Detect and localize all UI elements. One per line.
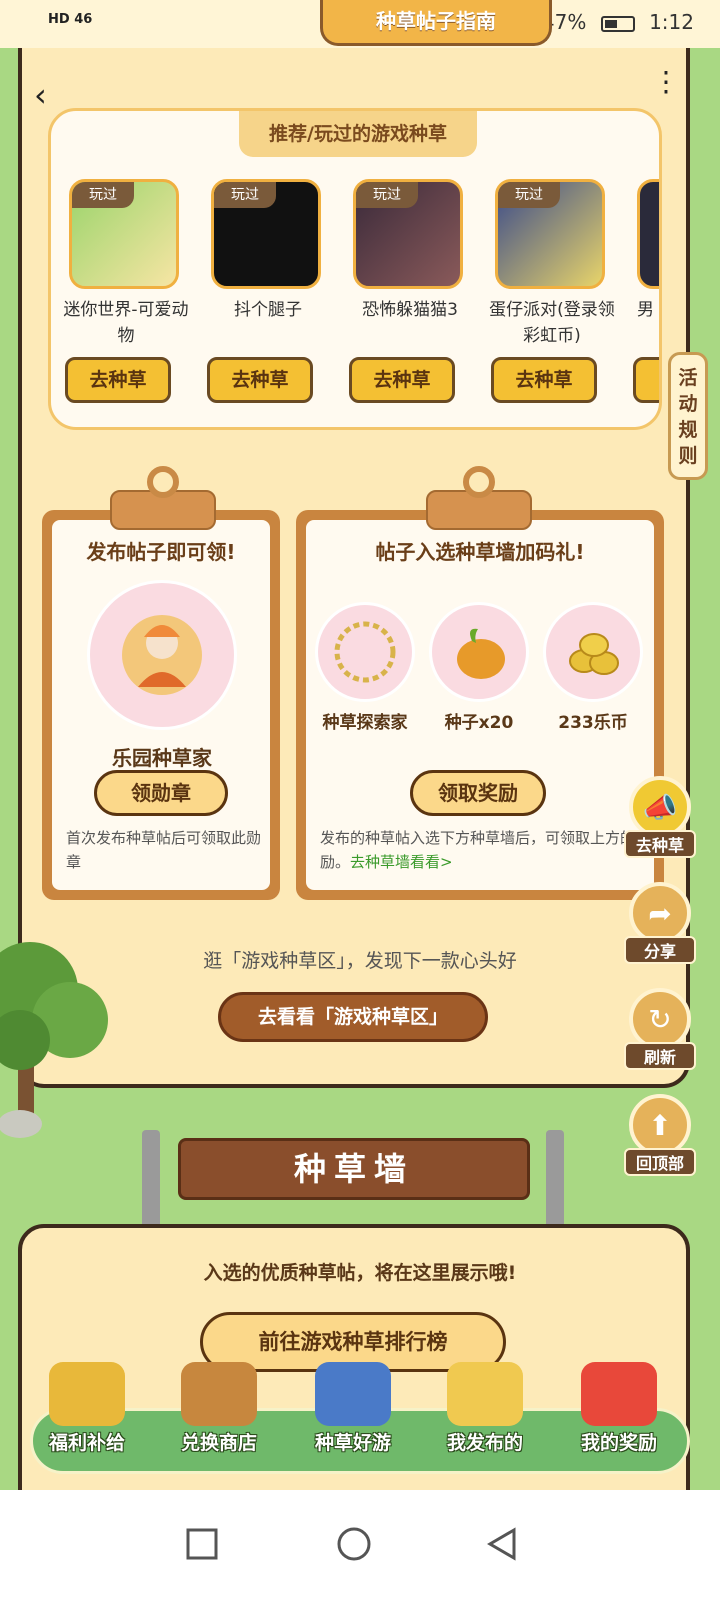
game-item[interactable]: 玩过 蛋仔派对(登录领彩虹币) 去种草 — [489, 179, 615, 403]
nav-shop[interactable]: 兑换商店 — [164, 1362, 274, 1455]
wall-message: 入选的优质种草帖，将在这里展示哦! — [203, 1262, 517, 1284]
nav-label: 我的奖励 — [580, 1432, 657, 1454]
recommend-title: 推荐/玩过的游戏种草 — [239, 111, 477, 157]
coin-icon — [543, 602, 643, 702]
board-clip — [110, 466, 216, 530]
plant-button[interactable]: 去种草 — [349, 357, 455, 403]
system-nav-icons — [186, 1527, 516, 1561]
back-icon[interactable]: ‹ — [34, 76, 47, 114]
board-clip — [426, 466, 532, 530]
shop-stall-icon — [181, 1362, 257, 1426]
nav-label: 兑换商店 — [180, 1432, 257, 1454]
plant-button[interactable]: 去种草 — [65, 357, 171, 403]
game-item[interactable]: 玩过 迷你世界-可爱动物 去种草 — [63, 179, 189, 403]
plant-button[interactable] — [633, 357, 659, 403]
game-thumbnail[interactable]: 玩过 — [211, 179, 321, 289]
game-console-icon — [315, 1362, 391, 1426]
reward-item: 233乐币 — [538, 602, 648, 733]
publish-desc: 首次发布种草帖后可领取此勋章 — [66, 829, 262, 871]
game-thumbnail[interactable]: 玩过 — [353, 179, 463, 289]
nav-label: 我发布的 — [446, 1432, 523, 1454]
wall-reward-heading: 帖子入选种草墙加码礼! — [375, 540, 585, 564]
played-tag: 玩过 — [356, 182, 418, 208]
publish-board: 发布帖子即可领! 乐园种草家 领勋章 首次发布种草帖后可领取此勋章 — [42, 510, 280, 900]
sign-post — [546, 1130, 564, 1230]
float-top[interactable]: ⬆ 回顶部 — [624, 1094, 696, 1176]
refresh-icon: ↻ — [629, 988, 691, 1050]
nav-games[interactable]: 种草好游 — [298, 1362, 408, 1455]
game-item[interactable]: 玩过 抖个腿子 去种草 — [207, 179, 325, 403]
network-indicator: HD 46 — [48, 12, 93, 27]
reward-item: 种子x20 — [424, 602, 534, 733]
reward-label: 233乐币 — [558, 713, 628, 733]
game-thumbnail[interactable]: 玩过 — [69, 179, 179, 289]
plant-button[interactable]: 去种草 — [491, 357, 597, 403]
game-name: 恐怖躲猫猫3 — [362, 300, 458, 320]
nav-label: 福利补给 — [48, 1432, 125, 1454]
activity-rules-tab[interactable]: 活动规则 — [668, 352, 708, 480]
float-refresh[interactable]: ↻ 刷新 — [624, 988, 696, 1070]
badge-icon — [87, 580, 237, 730]
badge-name: 乐园种草家 — [112, 746, 212, 770]
plant-button[interactable]: 去种草 — [207, 357, 313, 403]
arrow-up-icon: ⬆ — [629, 1094, 691, 1156]
seed-icon — [429, 602, 529, 702]
sign-post — [142, 1130, 160, 1230]
reward-label: 种子x20 — [444, 713, 514, 733]
goto-wall-link[interactable]: 去种草墙看看> — [350, 853, 453, 871]
more-menu-icon[interactable]: ⋮ — [652, 68, 680, 96]
avatar-frame-icon — [315, 602, 415, 702]
guide-tab[interactable]: 种草帖子指南 — [320, 0, 552, 46]
wall-sign: 种草墙 — [178, 1138, 530, 1200]
status-right: 47% 1:12 — [542, 10, 694, 34]
recommend-card: 推荐/玩过的游戏种草 玩过 迷你世界-可爱动物 去种草 玩过 抖个腿子 去种草 … — [48, 108, 662, 430]
game-name: 蛋仔派对(登录领彩虹币) — [489, 300, 615, 346]
float-label: 去种草 — [624, 830, 696, 858]
reward-item: 种草探索家 — [310, 602, 420, 733]
recent-apps-icon — [186, 1528, 218, 1560]
gift-box-icon — [581, 1362, 657, 1426]
share-arrow-icon: ➦ — [629, 882, 691, 944]
float-label: 回顶部 — [624, 1148, 696, 1176]
nav-label: 种草好游 — [314, 1432, 391, 1454]
game-name: 男 — [637, 300, 654, 320]
battery-icon — [600, 15, 635, 32]
played-tag: 玩过 — [72, 182, 134, 208]
game-name: 抖个腿子 — [234, 300, 302, 320]
claim-badge-button[interactable]: 领勋章 — [94, 770, 228, 816]
coin-basket-icon — [49, 1362, 125, 1426]
claim-reward-button[interactable]: 领取奖励 — [410, 770, 546, 816]
game-thumbnail[interactable]: 玩过 — [495, 179, 605, 289]
home-icon — [337, 1527, 371, 1561]
publish-heading: 发布帖子即可领! — [86, 540, 236, 564]
tree-decoration — [0, 942, 108, 1138]
game-item[interactable]: 玩过 恐怖躲猫猫3 去种草 — [349, 179, 467, 403]
game-thumbnail[interactable] — [637, 179, 659, 289]
back-nav-icon — [487, 1527, 516, 1561]
float-share[interactable]: ➦ 分享 — [624, 882, 696, 964]
float-label: 分享 — [624, 936, 696, 964]
played-tag: 玩过 — [214, 182, 276, 208]
float-label: 刷新 — [624, 1042, 696, 1070]
nav-my-posts[interactable]: 我发布的 — [430, 1362, 540, 1455]
badge-reward: 乐园种草家 — [82, 580, 242, 771]
clock: 1:12 — [649, 10, 694, 34]
played-tag: 玩过 — [498, 182, 560, 208]
game-item-partial[interactable]: 男 — [633, 179, 659, 403]
paper-plane-icon — [447, 1362, 523, 1426]
reward-label: 种草探索家 — [322, 713, 408, 733]
screen: HD 46 47% 1:12 种草帖子指南 ‹ ⋮ 推荐/玩过的游戏种草 玩过 … — [0, 0, 720, 1600]
nav-welfare[interactable]: 福利补给 — [32, 1362, 142, 1455]
wall-reward-board: 帖子入选种草墙加码礼! 种草探索家 种子x20 233乐币 领取奖励 发布的种草… — [296, 510, 664, 900]
wall-reward-desc: 发布的种草帖入选下方种草墙后，可领取上方的奖励。去种草墙看看> — [320, 826, 650, 874]
game-name: 迷你世界-可爱动物 — [63, 300, 189, 346]
nav-my-rewards[interactable]: 我的奖励 — [564, 1362, 674, 1455]
go-discover-button[interactable]: 去看看「游戏种草区」 — [218, 992, 488, 1042]
megaphone-icon: 📣 — [629, 776, 691, 838]
float-plant[interactable]: 📣 去种草 — [624, 776, 696, 858]
system-nav-bar — [0, 1490, 720, 1600]
